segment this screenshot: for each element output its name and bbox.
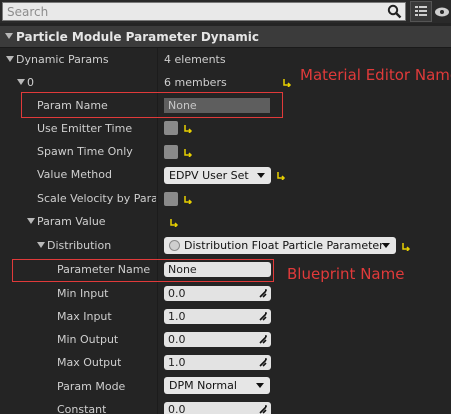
highlight-box-param-name [21,92,283,118]
member-count: 6 members [164,76,227,89]
search-input[interactable] [3,3,391,20]
max-output-field[interactable]: 1.0 [164,355,271,370]
property-row-spawn-time-only: Spawn Time Only [0,140,451,163]
property-label: Param Value [37,215,106,228]
property-label: Max Input [57,310,112,323]
chevron-down-icon [257,173,265,178]
resize-grip-icon[interactable] [258,312,267,321]
property-label: 0 [27,76,34,89]
property-row-param-mode: Param Mode DPM Normal [0,375,451,398]
annotation-material-editor-name: Material Editor Name [300,66,451,84]
property-row-param-value: Param Value [0,210,451,233]
highlight-box-parameter-name [12,259,274,282]
dropdown-value: EDPV User Set [169,169,249,182]
reset-to-default-icon[interactable] [283,78,292,87]
property-label: Constant [57,403,107,414]
reset-to-default-icon[interactable] [277,171,286,180]
chevron-down-icon [382,243,390,248]
details-toolbar [0,0,451,23]
dropdown-value: DPM Normal [169,379,237,392]
property-label: Value Method [37,168,112,181]
array-count: 4 elements [164,53,226,66]
property-row-min-input: Min Input 0.0 [0,282,451,305]
property-row-use-emitter-time: Use Emitter Time [0,117,451,140]
param-mode-dropdown[interactable]: DPM Normal [164,377,270,394]
numeric-value: 1.0 [168,310,186,323]
collapse-arrow-icon[interactable] [5,33,13,39]
view-options-icon[interactable] [434,3,450,20]
chevron-down-icon [256,383,264,388]
property-row-max-output: Max Output 1.0 [0,351,451,374]
search-icon[interactable] [387,4,402,19]
reset-to-default-icon[interactable] [170,218,179,227]
constant-field[interactable]: 0.0 [164,402,271,414]
property-label: Min Input [57,287,109,300]
property-label: Spawn Time Only [37,145,133,158]
numeric-value: 0.0 [168,333,186,346]
property-row-max-input: Max Input 1.0 [0,305,451,328]
reset-to-default-icon[interactable] [184,195,193,204]
min-input-field[interactable]: 0.0 [164,286,271,301]
grid-icon [415,6,427,16]
property-label: Use Emitter Time [37,122,133,135]
property-label: Distribution [47,239,112,252]
resize-grip-icon[interactable] [258,405,267,414]
expand-arrow-icon[interactable] [6,56,14,62]
property-label: Dynamic Params [16,53,109,66]
scale-velocity-checkbox[interactable] [164,192,178,206]
property-label: Max Output [57,356,122,369]
category-title: Particle Module Parameter Dynamic [16,30,259,44]
resize-grip-icon[interactable] [258,335,267,344]
category-header[interactable]: Particle Module Parameter Dynamic [0,26,451,48]
property-row-value-method: Value Method EDPV User Set [0,163,451,186]
dropdown-value: Distribution Float Particle Parameter [184,239,384,252]
property-matrix-button[interactable] [410,1,432,22]
search-box[interactable] [2,2,406,21]
property-row-scale-velocity: Scale Velocity by Param [0,187,451,210]
class-icon [169,240,180,251]
min-output-field[interactable]: 0.0 [164,332,271,347]
use-emitter-time-checkbox[interactable] [164,121,178,135]
reset-to-default-icon[interactable] [402,242,411,251]
property-row-distribution: Distribution Distribution Float Particle… [0,234,451,257]
distribution-class-dropdown[interactable]: Distribution Float Particle Parameter [164,237,396,254]
numeric-value: 1.0 [168,356,186,369]
numeric-value: 0.0 [168,287,186,300]
property-row-constant: Constant 0.0 [0,398,451,414]
property-label: Scale Velocity by Param [37,192,156,205]
property-row-min-output: Min Output 0.0 [0,328,451,351]
value-method-dropdown[interactable]: EDPV User Set [164,167,271,184]
reset-to-default-icon[interactable] [184,148,193,157]
resize-grip-icon[interactable] [258,358,267,367]
resize-grip-icon[interactable] [258,289,267,298]
expand-arrow-icon[interactable] [27,218,35,224]
expand-arrow-icon[interactable] [37,242,45,248]
property-label: Param Mode [57,380,126,393]
reset-to-default-icon[interactable] [184,124,193,133]
spawn-time-only-checkbox[interactable] [164,145,178,159]
expand-arrow-icon[interactable] [17,79,25,85]
numeric-value: 0.0 [168,403,186,414]
annotation-blueprint-name: Blueprint Name [287,265,405,283]
max-input-field[interactable]: 1.0 [164,309,271,324]
property-label: Min Output [57,333,119,346]
